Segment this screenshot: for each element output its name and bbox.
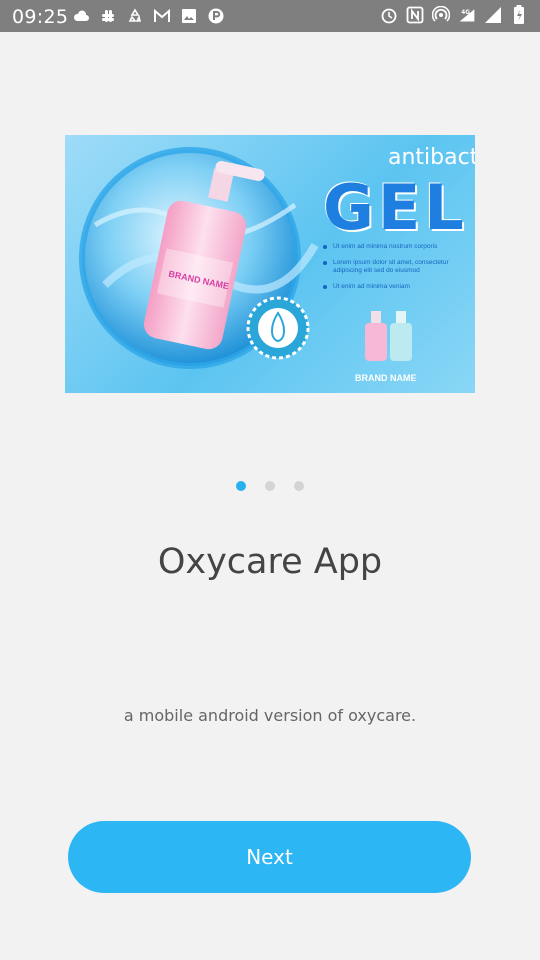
- notification-icons: [72, 7, 225, 25]
- banner-bullet: Lorem ipsum dolor sit amet, consectetur …: [323, 259, 471, 275]
- banner-bullet: Ut enim ad minima veniam: [323, 283, 471, 291]
- next-button[interactable]: Next: [68, 821, 471, 893]
- alarm-icon: [380, 6, 398, 24]
- onboarding-description: a mobile android version of oxycare.: [123, 706, 417, 725]
- banner-headline-big: GEL: [323, 171, 468, 244]
- page-dot-3[interactable]: [294, 481, 304, 491]
- status-time: 09:25: [12, 6, 69, 28]
- nfc-icon: [406, 6, 424, 24]
- signal-icon: [484, 6, 502, 24]
- page-dot-2[interactable]: [265, 481, 275, 491]
- page-dot-1[interactable]: [236, 481, 246, 491]
- gmail-icon: [153, 7, 171, 25]
- onboarding-title: Oxycare App: [157, 542, 383, 582]
- p-icon: [207, 7, 225, 25]
- hotspot-icon: [432, 6, 450, 24]
- battery-icon: [510, 5, 528, 24]
- svg-text:4G: 4G: [461, 10, 470, 16]
- page-indicator: [0, 481, 540, 491]
- signal-4g-icon: 4G: [458, 6, 476, 24]
- banner-brand-name: BRAND NAME: [355, 373, 417, 383]
- slack-icon: [99, 7, 117, 25]
- system-icons: 4G: [380, 5, 528, 24]
- recycle-icon: [126, 7, 144, 25]
- banner-bullet-list: Ut enim ad minima nostrum corporis Lorem…: [323, 243, 471, 299]
- cloud-icon: [72, 7, 90, 25]
- banner-bullet: Ut enim ad minima nostrum corporis: [323, 243, 471, 251]
- image-icon: [180, 7, 198, 25]
- status-bar: 09:25 4G: [0, 0, 540, 32]
- banner-headline-small: antibacterial: [388, 145, 475, 170]
- onboarding-banner-image: antibacterial GEL Ut enim ad minima nost…: [65, 135, 475, 393]
